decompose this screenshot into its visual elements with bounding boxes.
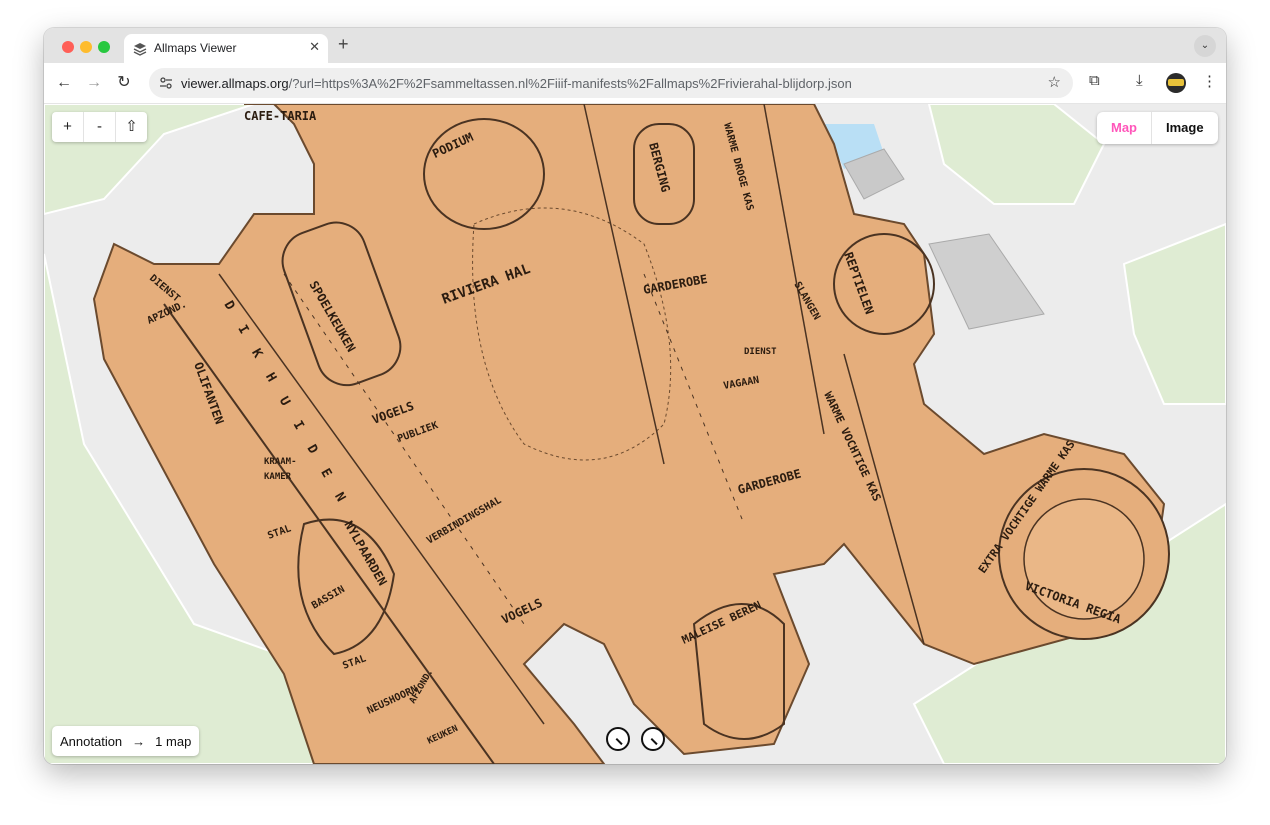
tab-strip: Allmaps Viewer ✕ + ⌄ xyxy=(44,28,1226,63)
reset-north-button[interactable]: ⇧ xyxy=(116,112,147,142)
image-view-button[interactable]: Image xyxy=(1151,112,1218,144)
browser-toolbar: ← → ↻ viewer.allmaps.org/?url=https%3A%2… xyxy=(44,63,1226,104)
zoom-in-button[interactable]: + xyxy=(52,112,84,142)
map-view-button[interactable]: Map xyxy=(1097,112,1151,144)
url-host: viewer.allmaps.org xyxy=(181,76,289,91)
browser-window: Allmaps Viewer ✕ + ⌄ ← → ↻ viewer.allmap… xyxy=(44,28,1226,764)
url-path: /?url=https%3A%2F%2Fsammeltassen.nl%2Fii… xyxy=(288,76,852,91)
allmaps-logo-icon xyxy=(133,43,147,56)
map-canvas[interactable]: CAFE-TARIA PODIUM BERGING WARME DROGE KA… xyxy=(44,104,1226,764)
rotate-right-icon[interactable] xyxy=(641,727,665,751)
tab-search-button[interactable]: ⌄ xyxy=(1194,35,1216,57)
maximize-window-button[interactable] xyxy=(98,41,110,53)
map-label: KRAAM- xyxy=(264,457,297,467)
map-label: KAMER xyxy=(264,472,292,482)
annotation-map-count: 1 map xyxy=(155,733,192,749)
download-icon[interactable]: ⤓ xyxy=(1136,72,1143,89)
forward-button[interactable]: → xyxy=(82,71,106,95)
zoom-out-button[interactable]: - xyxy=(84,112,116,142)
site-settings-icon[interactable] xyxy=(159,76,173,90)
arrow-right-icon: → xyxy=(132,733,146,749)
close-window-button[interactable] xyxy=(62,41,74,53)
minimize-window-button[interactable] xyxy=(80,41,92,53)
url-text: viewer.allmaps.org/?url=https%3A%2F%2Fsa… xyxy=(181,76,852,91)
annotation-panel-button[interactable]: Annotation → 1 map xyxy=(52,726,200,756)
map-label: CAFE-TARIA xyxy=(244,109,317,123)
browser-menu-icon[interactable]: ⋮ xyxy=(1202,72,1217,90)
profile-avatar[interactable] xyxy=(1166,73,1186,93)
map-navigation-controls: + - ⇧ xyxy=(52,112,147,142)
annotation-label: Annotation xyxy=(60,733,123,749)
new-tab-button[interactable]: + xyxy=(338,34,349,55)
map-viewport[interactable]: CAFE-TARIA PODIUM BERGING WARME DROGE KA… xyxy=(44,104,1226,764)
tab-allmaps-viewer[interactable]: Allmaps Viewer ✕ xyxy=(124,34,328,63)
rotate-left-icon[interactable] xyxy=(606,727,630,751)
reload-button[interactable]: ↻ xyxy=(112,71,136,95)
map-label: DIENST xyxy=(744,347,777,357)
extensions-icon[interactable]: ⧉ xyxy=(1089,72,1100,89)
back-button[interactable]: ← xyxy=(52,71,76,95)
tab-title: Allmaps Viewer xyxy=(154,41,237,55)
address-bar[interactable]: viewer.allmaps.org/?url=https%3A%2F%2Fsa… xyxy=(149,68,1073,98)
bookmark-star-icon[interactable]: ☆ xyxy=(1048,73,1061,91)
view-mode-toggle: Map Image xyxy=(1097,112,1218,144)
close-tab-icon[interactable]: ✕ xyxy=(309,39,320,55)
